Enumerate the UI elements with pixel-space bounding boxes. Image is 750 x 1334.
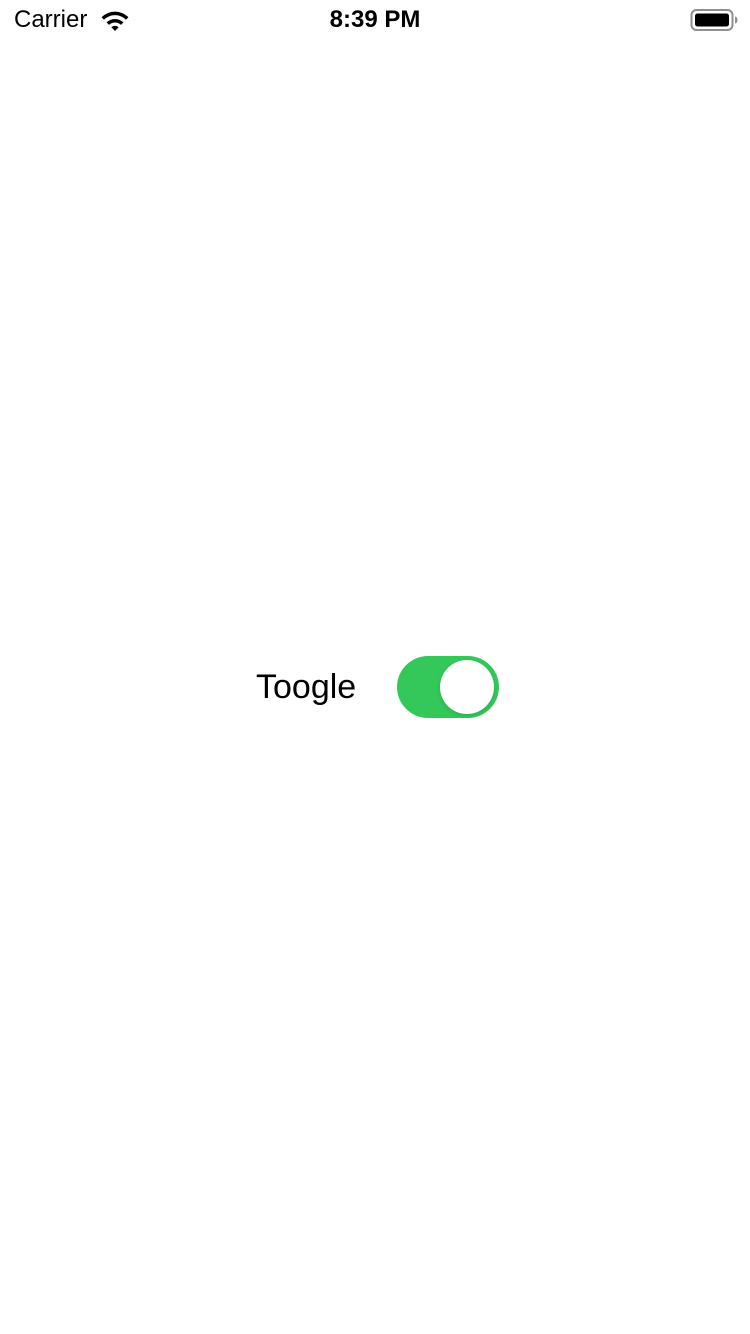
battery-icon [690, 9, 738, 31]
toggle-knob [440, 660, 494, 714]
app-screen: Carrier 8:39 PM Toogle [0, 0, 750, 1334]
toggle-label: Toogle [256, 668, 357, 706]
toggle-switch[interactable] [397, 656, 499, 718]
status-time: 8:39 PM [329, 6, 421, 33]
toggle-row: Toogle [0, 655, 750, 719]
status-bar: Carrier 8:39 PM [0, 0, 750, 40]
